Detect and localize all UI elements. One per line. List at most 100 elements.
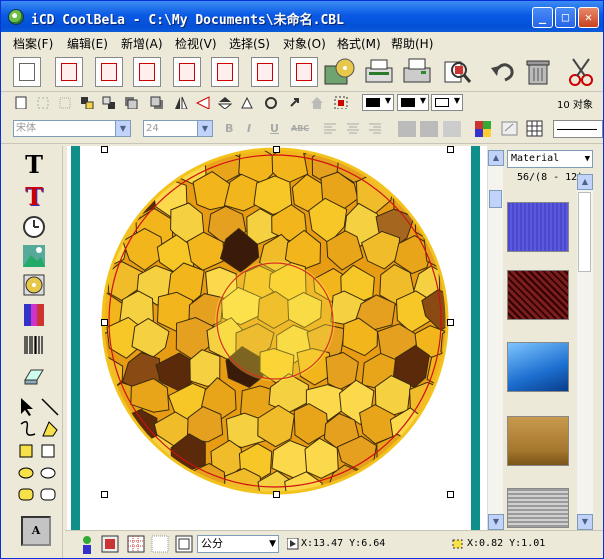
filled-ellipse-icon[interactable] — [17, 462, 39, 484]
snap-grid-icon[interactable] — [151, 535, 169, 553]
template-button-4[interactable] — [173, 57, 201, 87]
polygon-tool-icon[interactable] — [39, 418, 61, 440]
font-preview-button[interactable]: A — [21, 516, 51, 546]
menu-view[interactable]: 检视(V) — [175, 35, 217, 52]
scissors-icon[interactable] — [567, 56, 597, 88]
resize-handle-b[interactable] — [273, 491, 280, 498]
material-select[interactable]: Material ▼ — [507, 150, 593, 168]
bring-front-icon[interactable] — [80, 96, 94, 109]
ungroup-icon[interactable] — [58, 96, 72, 109]
rect-outline-icon[interactable] — [39, 440, 61, 462]
unit-select[interactable]: 公分 ▼ — [197, 535, 279, 553]
align-center-icon[interactable] — [334, 96, 348, 109]
canvas-area[interactable] — [67, 146, 487, 530]
group-icon[interactable] — [36, 96, 50, 109]
template-button-2[interactable] — [95, 57, 123, 87]
text-tool[interactable]: T — [23, 153, 45, 177]
rotate-right-icon[interactable] — [288, 96, 302, 109]
person-icon[interactable] — [79, 535, 95, 555]
maximize-button[interactable]: □ — [555, 7, 576, 28]
rotate-icon[interactable] — [264, 96, 278, 109]
font-family-select[interactable]: 宋体 ▼ — [13, 120, 131, 137]
menu-file[interactable]: 档案(F) — [13, 35, 53, 52]
text-effect-1-icon[interactable] — [398, 121, 416, 137]
strikethrough-button[interactable]: ABC — [291, 124, 309, 133]
minimize-button[interactable]: _ — [532, 7, 553, 28]
line-style-select[interactable] — [553, 120, 603, 138]
template-button-1[interactable] — [55, 57, 83, 87]
menu-edit[interactable]: 编辑(E) — [67, 35, 108, 52]
cd-label-design[interactable] — [81, 146, 471, 530]
close-button[interactable]: ✕ — [578, 7, 599, 28]
resize-handle-bl[interactable] — [101, 491, 108, 498]
grid-dots-icon[interactable] — [127, 535, 145, 553]
printer-icon[interactable] — [401, 56, 433, 88]
italic-button[interactable]: I — [247, 122, 251, 135]
scroll-up-icon[interactable]: ▲ — [488, 150, 504, 166]
cd-label-tool-icon[interactable] — [23, 274, 45, 296]
cd-print-icon[interactable] — [323, 56, 357, 88]
line-tool-icon[interactable] — [39, 396, 61, 418]
rounded-rect-filled-icon[interactable] — [17, 484, 39, 506]
scroll-down-icon[interactable]: ▼ — [488, 514, 504, 530]
fill-color-picker[interactable]: ▼ — [397, 94, 429, 111]
home-icon[interactable] — [310, 96, 324, 109]
undo-icon[interactable] — [489, 58, 517, 86]
material-swatch-water[interactable] — [507, 342, 569, 392]
underline-button[interactable]: U — [270, 122, 279, 135]
template-button-6[interactable] — [251, 57, 279, 87]
ellipse-outline-icon[interactable] — [39, 462, 61, 484]
color-palette-icon[interactable] — [474, 120, 494, 138]
print-preview-icon[interactable] — [441, 56, 473, 88]
scroll-down-icon[interactable]: ▼ — [577, 514, 593, 530]
rotate-left-icon[interactable] — [240, 96, 254, 109]
bold-button[interactable]: B — [225, 122, 233, 135]
resize-handle-br[interactable] — [447, 491, 454, 498]
align-center-text-icon[interactable] — [346, 122, 360, 134]
new-page-icon[interactable] — [14, 96, 28, 109]
resize-handle-l[interactable] — [101, 319, 108, 326]
shape-3d-tool-icon[interactable] — [23, 366, 45, 388]
artistic-text-tool[interactable]: T — [23, 185, 45, 209]
new-document-button[interactable] — [13, 57, 41, 87]
resize-handle-t[interactable] — [273, 146, 280, 153]
align-right-icon[interactable] — [368, 122, 382, 134]
page-frame-icon[interactable] — [175, 535, 193, 553]
title-bar[interactable]: iCD CoolBeLa - C:\My Documents\未命名.CBL _… — [1, 1, 603, 32]
flip-horizontal-icon[interactable] — [174, 96, 188, 109]
app-icon[interactable] — [8, 9, 24, 25]
image-tool-icon[interactable] — [23, 245, 45, 267]
menu-help[interactable]: 帮助(H) — [391, 35, 433, 52]
resize-handle-tr[interactable] — [447, 146, 454, 153]
line-color-picker[interactable]: ▼ — [362, 94, 394, 111]
menu-object[interactable]: 对象(O) — [283, 35, 326, 52]
material-swatch-red-lace[interactable] — [507, 270, 569, 320]
picture-icon[interactable] — [101, 535, 119, 553]
text-effect-2-icon[interactable] — [420, 121, 438, 137]
resize-handle-tl[interactable] — [101, 146, 108, 153]
canvas-scrollbar[interactable]: ▲ ▼ — [487, 150, 504, 530]
menu-add[interactable]: 新增(A) — [121, 35, 163, 52]
backward-icon[interactable] — [150, 96, 164, 109]
send-back-icon[interactable] — [102, 96, 116, 109]
menu-format[interactable]: 格式(M) — [337, 35, 381, 52]
background-color-picker[interactable]: ▼ — [431, 94, 463, 111]
text-effect-3-icon[interactable] — [443, 121, 461, 137]
resize-handle-r[interactable] — [447, 319, 454, 326]
text-box-icon[interactable] — [501, 121, 519, 137]
material-swatch-gray-weave[interactable] — [507, 488, 569, 528]
filled-rect-icon[interactable] — [17, 440, 39, 462]
barcode-tool-icon[interactable] — [23, 334, 45, 356]
template-button-7[interactable] — [290, 57, 318, 87]
scroll-up-icon[interactable]: ▲ — [577, 174, 593, 190]
clock-tool-icon[interactable] — [23, 216, 45, 238]
scroll-thumb[interactable] — [578, 192, 591, 272]
material-swatch-gold[interactable] — [507, 416, 569, 466]
template-button-3[interactable] — [133, 57, 161, 87]
template-button-5[interactable] — [211, 57, 239, 87]
flip-vertical-icon[interactable] — [218, 96, 232, 109]
grid-icon[interactable] — [526, 120, 544, 138]
font-size-select[interactable]: 24 ▼ — [143, 120, 213, 137]
menu-select[interactable]: 选择(S) — [229, 35, 270, 52]
trash-icon[interactable] — [523, 56, 553, 88]
